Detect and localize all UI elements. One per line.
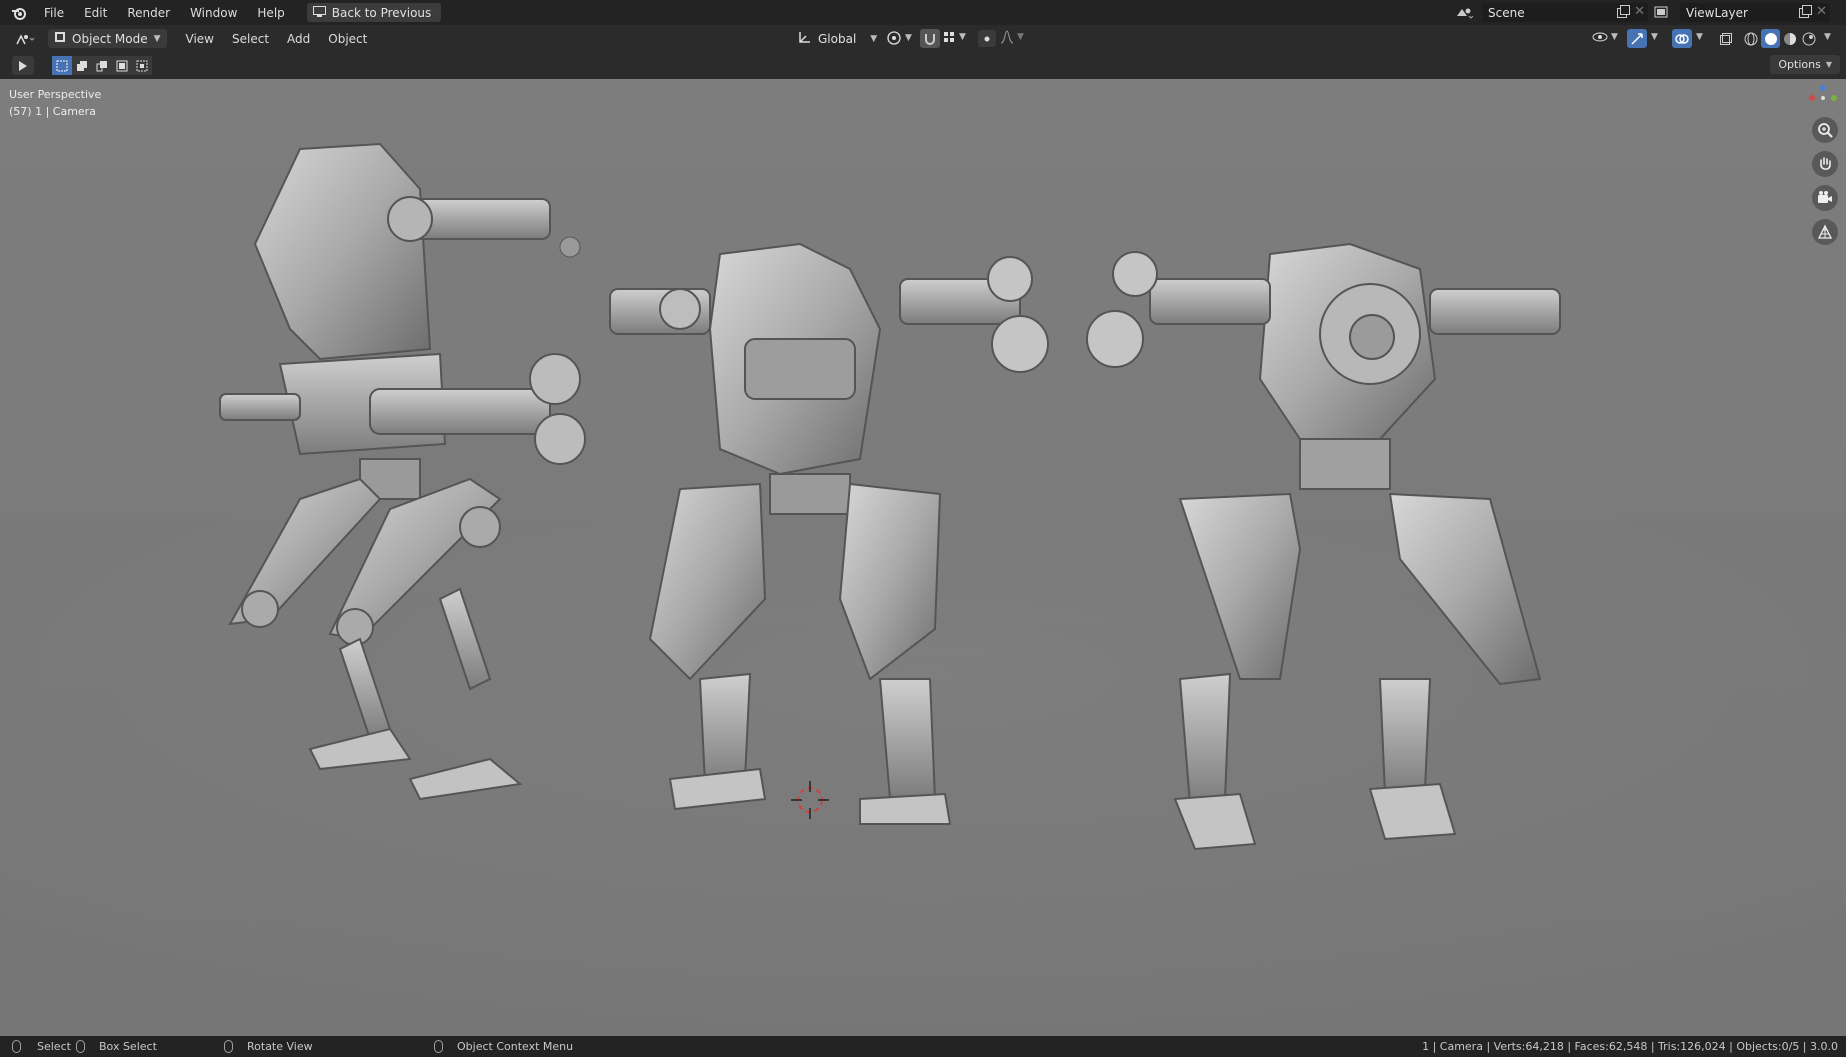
delete-view-layer-icon[interactable]: ✕	[1816, 4, 1827, 19]
viewport-scene	[0, 142, 1846, 1036]
new-view-layer-icon[interactable]	[1798, 5, 1812, 22]
viewport-header: Object Mode ▼ View Select Add Object Glo…	[0, 25, 1846, 52]
shading-solid-icon[interactable]	[1761, 29, 1780, 48]
scene-selector-icon[interactable]	[1452, 4, 1476, 22]
select-invert-icon[interactable]	[112, 56, 132, 75]
top-menu-bar: File Edit Render Window Help Back to Pre…	[0, 0, 1846, 25]
status-box-select-label: Box Select	[99, 1040, 157, 1053]
orientation-axes-icon	[798, 30, 812, 47]
mouse-right-icon	[434, 1040, 443, 1053]
scene-field[interactable]: Scene ✕	[1482, 3, 1648, 22]
back-to-previous-button[interactable]: Back to Previous	[306, 3, 442, 22]
shading-rendered-icon[interactable]	[1800, 30, 1818, 47]
shading-material-icon[interactable]	[1781, 30, 1799, 47]
object-mode-dropdown[interactable]: Object Mode ▼	[48, 29, 167, 48]
active-tool-icon[interactable]	[12, 56, 34, 75]
back-to-previous-label: Back to Previous	[331, 5, 432, 20]
scene-statistics: 1 | Camera | Verts:64,218 | Faces:62,548…	[1422, 1040, 1838, 1053]
select-subtract-icon[interactable]	[92, 56, 112, 75]
navigation-gizmos	[1812, 117, 1838, 245]
header-menu-view[interactable]: View	[177, 32, 223, 46]
orthographic-grid-icon[interactable]	[1812, 219, 1838, 245]
menu-render[interactable]: Render	[117, 6, 180, 20]
tool-settings-bar	[0, 52, 1846, 79]
object-mode-label: Object Mode	[72, 31, 148, 46]
header-menu-object[interactable]: Object	[319, 32, 376, 46]
mouse-left-icon	[12, 1040, 21, 1053]
proportional-editing-icon[interactable]	[978, 30, 996, 47]
editor-type-icon[interactable]	[12, 29, 40, 48]
options-dropdown[interactable]: Options ▼	[1770, 55, 1840, 74]
shading-wireframe-icon[interactable]	[1742, 30, 1760, 47]
status-rotate-label: Rotate View	[247, 1040, 313, 1053]
chevron-down-icon: ▼	[153, 33, 161, 44]
mouse-drag-icon	[76, 1040, 85, 1053]
snap-target-icon[interactable]: ▼	[942, 30, 966, 44]
select-extend-icon[interactable]	[72, 56, 92, 75]
mouse-middle-icon	[224, 1040, 233, 1053]
chevron-down-icon: ▼	[870, 33, 878, 44]
view-layer-field[interactable]: ViewLayer ✕	[1680, 3, 1830, 22]
camera-view-icon[interactable]	[1812, 185, 1838, 211]
chevron-down-icon[interactable]: ▼	[1696, 32, 1703, 42]
context-label: (57) 1 | Camera	[9, 105, 96, 118]
object-visibility-icon[interactable]: ▼	[1592, 30, 1618, 44]
menu-help[interactable]: Help	[247, 6, 294, 20]
overlays-toggle-icon[interactable]	[1672, 29, 1692, 48]
status-bar: Select Box Select Rotate View Object Con…	[0, 1036, 1846, 1057]
view-layer-name: ViewLayer	[1686, 5, 1748, 20]
header-menu-add[interactable]: Add	[278, 32, 319, 46]
selection-mode-group	[52, 56, 152, 75]
gizmo-toggle-icon[interactable]	[1627, 29, 1647, 48]
chevron-down-icon[interactable]: ▼	[1651, 32, 1658, 42]
snap-toggle-icon[interactable]	[920, 29, 940, 48]
3d-viewport[interactable]: User Perspective (57) 1 | Camera	[0, 79, 1846, 1036]
menu-file[interactable]: File	[34, 6, 74, 20]
axis-gizmo-icon[interactable]	[1808, 84, 1838, 106]
object-mode-icon	[54, 31, 66, 46]
new-scene-icon[interactable]	[1616, 5, 1630, 22]
status-select-hint: Select	[12, 1040, 71, 1053]
transform-orientation-dropdown[interactable]: Global ▼	[798, 29, 877, 48]
blender-logo-icon[interactable]	[10, 4, 28, 22]
pivot-point-icon[interactable]: ▼	[886, 30, 912, 46]
options-label: Options	[1778, 58, 1821, 71]
status-context-menu-hint: Object Context Menu	[434, 1040, 573, 1053]
select-new-icon[interactable]	[52, 56, 72, 75]
screen-icon	[312, 5, 326, 20]
transform-orientation-label: Global	[818, 31, 857, 46]
zoom-icon[interactable]	[1812, 117, 1838, 143]
chevron-down-icon: ▼	[1825, 60, 1832, 69]
chevron-down-icon[interactable]: ▼	[1824, 32, 1831, 42]
menu-edit[interactable]: Edit	[74, 6, 117, 20]
falloff-curve-icon[interactable]: ▼	[1000, 30, 1024, 44]
header-menu-select[interactable]: Select	[223, 32, 278, 46]
select-intersect-icon[interactable]	[132, 56, 152, 75]
scene-name: Scene	[1488, 5, 1525, 20]
view-layer-icon[interactable]	[1650, 4, 1674, 22]
status-select-label: Select	[37, 1040, 71, 1053]
pan-hand-icon[interactable]	[1812, 151, 1838, 177]
status-context-menu-label: Object Context Menu	[457, 1040, 574, 1053]
menu-window[interactable]: Window	[180, 6, 247, 20]
perspective-label: User Perspective	[9, 88, 102, 101]
delete-scene-icon[interactable]: ✕	[1634, 4, 1645, 19]
status-box-select-hint: Box Select	[76, 1040, 157, 1053]
status-rotate-hint: Rotate View	[224, 1040, 313, 1053]
xray-toggle-icon[interactable]	[1716, 29, 1736, 48]
